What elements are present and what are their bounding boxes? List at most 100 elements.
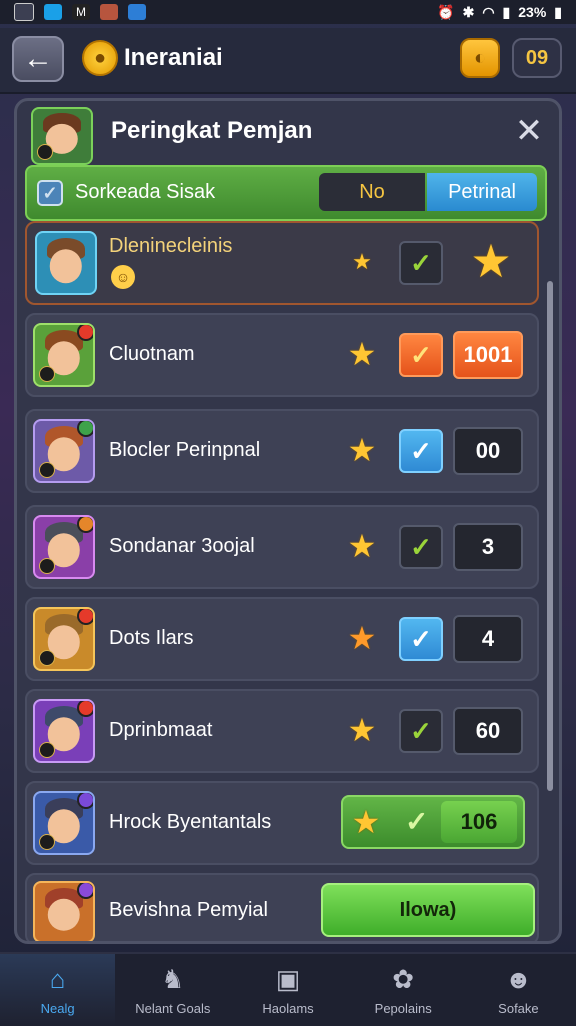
player-avatar bbox=[35, 231, 97, 295]
star-icon: ★ bbox=[347, 528, 377, 564]
star-icon: ★ bbox=[347, 432, 377, 468]
coin-icon: ● bbox=[82, 40, 118, 76]
level-icon bbox=[39, 366, 55, 382]
row-checkbox[interactable]: ✓ bbox=[399, 617, 443, 661]
list-item[interactable]: Dots Ilars ★ ✓ 4 bbox=[25, 597, 539, 681]
smiley-icon: ☺ bbox=[111, 265, 135, 289]
check-icon: ✓ bbox=[405, 806, 429, 837]
row-checkbox[interactable]: ✓ bbox=[399, 333, 443, 377]
notification-badge bbox=[77, 793, 93, 809]
battery-percent: 23% bbox=[518, 4, 547, 20]
nav-item-home[interactable]: ⌂ Nealg bbox=[0, 954, 116, 1026]
nav-label: Haolams bbox=[262, 1000, 314, 1016]
nav-item-goals[interactable]: ♞ Nelant Goals bbox=[115, 954, 230, 1026]
check-icon: ✓ bbox=[410, 247, 432, 278]
notification-badge bbox=[77, 883, 93, 899]
battery-icon: ▮ bbox=[554, 3, 562, 20]
list-item[interactable]: Bevishna Pemyial Ilowa) bbox=[25, 873, 539, 941]
reward-strip[interactable]: ★ ✓ 106 bbox=[341, 795, 525, 849]
player-name: Dots Ilars bbox=[109, 627, 194, 649]
nav-item-people[interactable]: ✿ Pepolains bbox=[346, 954, 461, 1026]
gold-button[interactable]: ◐ bbox=[460, 38, 500, 78]
level-icon bbox=[39, 558, 55, 574]
star-icon: ★ bbox=[347, 620, 377, 656]
nav-label: Nealg bbox=[40, 1000, 75, 1016]
player-avatar bbox=[33, 607, 95, 671]
star-icon: ★ bbox=[347, 712, 377, 748]
nav-label: Pepolains bbox=[374, 1000, 432, 1016]
player-avatar bbox=[33, 699, 95, 763]
list-item[interactable]: Sondanar 3oojal ★ ✓ 3 bbox=[25, 505, 539, 589]
player-avatar bbox=[33, 881, 95, 941]
gallery-icon bbox=[14, 3, 34, 21]
level-icon bbox=[37, 144, 53, 160]
notification-badge bbox=[77, 701, 93, 717]
panel-header: Peringkat Pemjan ✕ bbox=[17, 101, 559, 165]
box-icon: ▣ bbox=[275, 964, 301, 994]
knight-icon: ♞ bbox=[161, 964, 185, 994]
signal-icon: ▮ bbox=[502, 3, 511, 20]
player-name: Dleninecleinis bbox=[109, 235, 233, 257]
list-item[interactable]: Dleninecleinis ☺ ★ ✓ ★ bbox=[25, 221, 539, 305]
filter-toggle-row: ✓ Sorkeada Sisak No Petrinal bbox=[25, 165, 547, 221]
row-checkbox[interactable]: ✓ bbox=[399, 709, 443, 753]
scrollbar[interactable] bbox=[547, 281, 553, 791]
row-checkbox[interactable]: ✓ bbox=[399, 525, 443, 569]
facebook-icon bbox=[128, 4, 146, 20]
segment-petrinal-button[interactable]: Petrinal bbox=[427, 173, 537, 211]
nav-label: Sofake bbox=[498, 1000, 539, 1016]
list-item[interactable]: Dprinbmaat ★ ✓ 60 bbox=[25, 689, 539, 773]
player-avatar bbox=[33, 419, 95, 483]
score-value: 3 bbox=[453, 523, 523, 571]
notification-badge bbox=[77, 421, 93, 437]
player-name: Cluotnam bbox=[109, 343, 195, 365]
player-name: Bevishna Pemyial bbox=[109, 899, 268, 921]
status-bar: M ⏰ ✱ ◠ ▮ 23% ▮ bbox=[0, 0, 576, 24]
player-name: Sondanar 3oojal bbox=[109, 535, 255, 557]
photo-icon bbox=[100, 4, 118, 20]
player-avatar bbox=[33, 791, 95, 855]
star-icon: ★ bbox=[352, 249, 372, 274]
check-icon: ✓ bbox=[42, 182, 58, 203]
score-value: 60 bbox=[453, 707, 523, 755]
row-checkbox[interactable]: ✓ bbox=[399, 429, 443, 473]
ranking-panel: Peringkat Pemjan ✕ ✓ Sorkeada Sisak No P… bbox=[14, 98, 562, 944]
star-icon: ★ bbox=[347, 336, 377, 372]
notification-badge bbox=[77, 325, 93, 341]
page-title: Ineraniai bbox=[124, 44, 223, 71]
player-name: Blocler Perinpnal bbox=[109, 439, 261, 461]
player-avatar bbox=[33, 323, 95, 387]
list-item[interactable]: Cluotnam ★ ✓ 1001 bbox=[25, 313, 539, 397]
browser-icon bbox=[44, 4, 62, 20]
check-icon: ✓ bbox=[410, 435, 432, 466]
score-value: 00 bbox=[453, 427, 523, 475]
list-item[interactable]: Hrock Byentantals ★ ✓ 106 bbox=[25, 781, 539, 865]
player-name: Dprinbmaat bbox=[109, 719, 213, 741]
counter-badge[interactable]: 09 bbox=[512, 38, 562, 78]
nav-item-profile[interactable]: ☻ Sofake bbox=[461, 954, 576, 1026]
segment-no-button[interactable]: No bbox=[319, 173, 425, 211]
score-value: 4 bbox=[453, 615, 523, 663]
nav-label: Nelant Goals bbox=[135, 1000, 211, 1016]
home-icon: ⌂ bbox=[49, 964, 66, 994]
player-name: Hrock Byentantals bbox=[109, 811, 272, 833]
score-value: 1001 bbox=[453, 331, 523, 379]
check-icon: ✓ bbox=[410, 715, 432, 746]
action-button[interactable]: Ilowa) bbox=[321, 883, 535, 937]
nav-item-items[interactable]: ▣ Haolams bbox=[230, 954, 345, 1026]
top-header: ← ● Ineraniai ◐ 09 bbox=[0, 28, 576, 94]
close-icon: ✕ bbox=[514, 112, 544, 150]
app-icon: M bbox=[72, 4, 90, 20]
check-icon: ✓ bbox=[410, 339, 432, 370]
filter-checkbox[interactable]: ✓ bbox=[37, 180, 63, 206]
gold-coin-icon: ◐ bbox=[473, 46, 487, 69]
wifi-icon: ◠ bbox=[482, 3, 495, 20]
row-checkbox[interactable]: ✓ bbox=[399, 241, 443, 285]
level-icon bbox=[39, 834, 55, 850]
back-button[interactable]: ← bbox=[12, 36, 64, 82]
check-icon: ✓ bbox=[410, 623, 432, 654]
close-button[interactable]: ✕ bbox=[509, 111, 549, 151]
arrow-left-icon: ← bbox=[23, 42, 53, 75]
notification-badge bbox=[77, 609, 93, 625]
list-item[interactable]: Blocler Perinpnal ★ ✓ 00 bbox=[25, 409, 539, 493]
